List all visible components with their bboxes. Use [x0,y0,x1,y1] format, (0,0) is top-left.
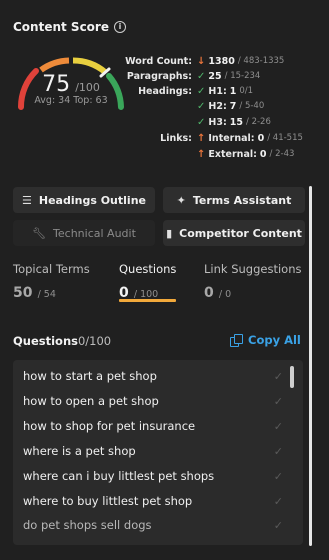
check-icon: ✓ [273,494,283,508]
questions-scrollbar[interactable] [290,366,294,388]
stat-range: 0/1 [239,86,254,96]
check-icon: ✓ [273,469,283,483]
check-icon: ✓ [273,444,283,458]
stat-links-external: ↑ External: 0 / 2-43 [0,146,329,162]
question-text: where can i buy littlest pet shops [23,469,215,483]
stat-range: / 2-43 [269,149,295,159]
content-score-panel: Content Score i 75 /100 Avg: 34 Top: 63 … [0,0,329,560]
content-score-title: Content Score [13,20,109,34]
stat-value: 0 [257,132,265,144]
technical-audit-button[interactable]: 🔧︎ Technical Audit [13,220,155,246]
check-icon: ✓ [197,100,206,112]
internal-label: Internal: [208,132,255,144]
info-icon[interactable]: i [113,21,126,33]
magic-wand-icon: ✦ [176,193,186,207]
stat-range: / 41-515 [267,133,303,143]
check-icon: ✓ [197,116,206,128]
stat-value: 15 [229,116,243,128]
question-text: how to open a pet shop [23,394,159,408]
stat-value: 1380 [208,55,235,67]
questions-count: 0/100 [77,334,112,348]
stat-label: Word Count: [125,55,192,67]
technical-audit-label: Technical Audit [53,226,136,240]
panel-scrollbar[interactable] [309,186,312,546]
tab-questions[interactable]: Questions 0 / 100 [119,262,176,301]
stat-range: / 483-1335 [237,56,285,66]
arrow-up-icon: ↑ [197,132,206,144]
questions-header: Questions0/100 [13,334,111,348]
content-score-header: Content Score i [13,20,126,34]
stat-headings-h3: ✓ H3: 15 / 2-26 [0,114,329,130]
active-tab-indicator [119,299,176,302]
stat-value: 0 [259,148,267,160]
external-label: External: [208,148,257,160]
tab-label: Topical Terms [13,262,90,276]
list-item[interactable]: how to open a pet shop ✓ [23,389,293,413]
list-item[interactable]: how to shop for pet insurance ✓ [23,414,293,438]
stat-range: / 15-234 [224,71,261,81]
copy-all-button[interactable]: Copy All [230,333,301,347]
arrow-up-icon: ↑ [197,148,206,160]
check-icon: ✓ [273,518,283,532]
check-icon: ✓ [197,70,206,82]
stat-headings-h2: ✓ H2: 7 / 5-40 [0,98,329,114]
terms-assistant-label: Terms Assistant [192,193,292,207]
tab-count: 50 [13,285,33,301]
question-text: where is a pet shop [23,444,136,458]
competitor-content-label: Competitor Content [179,226,302,240]
wrench-icon: 🔧︎ [32,226,47,240]
check-icon: ✓ [273,394,283,408]
check-icon: ✓ [273,369,283,383]
list-item[interactable]: where is a pet shop ✓ [23,439,293,463]
competitor-content-button[interactable]: ▮ Competitor Content [163,220,305,246]
questions-title: Questions [13,334,78,348]
questions-list: how to start a pet shop ✓ how to open a … [13,360,303,545]
list-item[interactable]: do pet shops sell dogs ✓ [23,513,293,537]
list-outline-icon: ☰ [22,193,32,207]
copy-icon [230,334,243,347]
h2-label: H2: [208,100,227,112]
stat-value: 25 [208,70,222,82]
check-icon: ✓ [197,85,206,97]
tab-label: Questions [119,262,177,276]
question-text: where to buy littlest pet shop [23,494,193,508]
question-text: do pet shops sell dogs [23,518,152,532]
stat-word-count: Word Count: ↓ 1380 / 483-1335 [0,53,329,69]
terms-assistant-button[interactable]: ✦ Terms Assistant [163,187,305,213]
tab-label: Link Suggestions [204,262,302,276]
h1-label: H1: [208,85,227,97]
tab-total: / 54 [37,289,56,300]
headings-outline-label: Headings Outline [38,193,146,207]
headings-outline-button[interactable]: ☰ Headings Outline [13,187,155,213]
stat-links-internal: Links: ↑ Internal: 0 / 41-515 [0,130,329,146]
stat-label: Links: [160,132,192,144]
tab-link-suggestions[interactable]: Link Suggestions 0 / 0 [204,262,301,301]
copy-all-label: Copy All [248,333,301,347]
stat-range: / 5-40 [239,101,265,111]
question-text: how to start a pet shop [23,369,157,383]
stat-headings-h1: Headings: ✓ H1: 1 0/1 [0,83,329,99]
list-item[interactable]: how to start a pet shop ✓ [23,364,293,388]
tab-count: 0 [204,285,214,301]
stat-label: Headings: [138,85,192,97]
tab-total: / 0 [218,289,232,300]
stat-value: 1 [229,85,237,97]
check-icon: ✓ [273,419,283,433]
stat-range: / 2-26 [246,117,271,127]
h3-label: H3: [208,116,227,128]
stat-paragraphs: Paragraphs: ✓ 25 / 15-234 [0,68,329,84]
list-item[interactable]: where can i buy littlest pet shops ✓ [23,464,293,488]
bar-chart-icon: ▮ [166,226,173,240]
list-item[interactable]: where to buy littlest pet shop ✓ [23,489,293,513]
stat-label: Paragraphs: [126,70,192,82]
arrow-down-icon: ↓ [197,55,206,67]
stat-value: 7 [229,100,237,112]
question-text: how to shop for pet insurance [23,419,196,433]
tab-topical-terms[interactable]: Topical Terms 50 / 54 [13,262,90,301]
